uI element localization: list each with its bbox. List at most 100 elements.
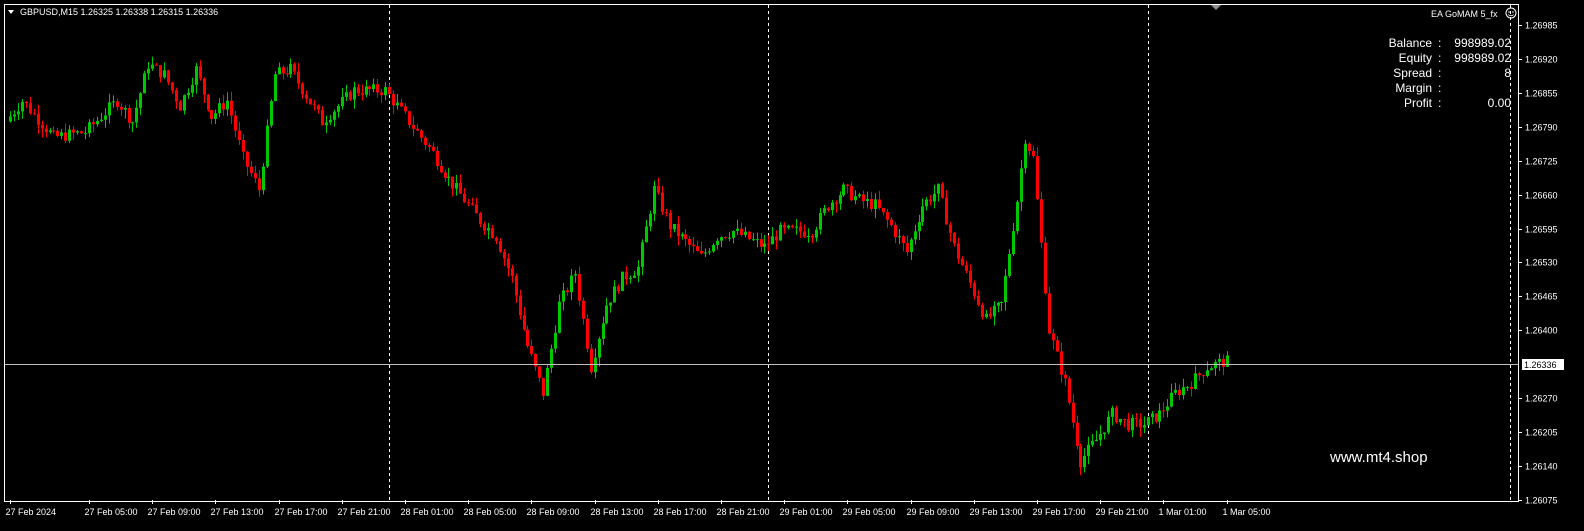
candle-down (953, 232, 956, 244)
candle-up (673, 224, 676, 230)
candle-up (985, 313, 988, 317)
price-tick-label: 1.26985 (1525, 21, 1558, 31)
candle-down (242, 140, 245, 152)
candle-down (416, 128, 419, 131)
candle-down (495, 237, 498, 242)
plot-frame (4, 4, 1519, 502)
candle-up (1166, 406, 1169, 411)
price-chart[interactable]: 1.26985 1.26920 1.26855 1.26790 1.26725 1.266… (0, 0, 1584, 531)
candle-down (688, 238, 691, 245)
candle-up (546, 367, 549, 396)
candle-down (661, 192, 664, 212)
time-tick-label: 29 Feb 09:00 (907, 507, 960, 517)
account-value: 998989.02 (1454, 51, 1511, 65)
price-tick-label: 1.26660 (1525, 191, 1558, 201)
candle-down (799, 226, 802, 232)
price-tick-label: 1.26140 (1525, 462, 1558, 472)
candle-up (337, 106, 340, 112)
candle-up (914, 231, 917, 240)
candle-up (554, 332, 557, 349)
account-separator: : (1438, 51, 1441, 65)
price-tick-label: 1.26270 (1525, 394, 1558, 404)
candle-down (507, 258, 510, 269)
candle-up (1226, 355, 1229, 367)
time-tick-label: 29 Feb 01:00 (780, 507, 833, 517)
time-tick-label: 27 Feb 17:00 (275, 507, 328, 517)
candle-down (1052, 333, 1055, 341)
candle-up (191, 84, 194, 93)
candle-up (1103, 432, 1106, 434)
candle-down (981, 304, 984, 317)
candle-down (700, 250, 703, 254)
candle-down (388, 87, 391, 95)
time-tick-label: 29 Feb 05:00 (843, 507, 896, 517)
candle-up (712, 244, 715, 252)
candle-down (1198, 373, 1201, 376)
candle-down (530, 346, 533, 355)
candle-up (1020, 168, 1023, 202)
time-tick-label: 28 Feb 05:00 (464, 507, 517, 517)
candle-up (487, 228, 490, 231)
candle-down (408, 111, 411, 125)
time-tick-label: 27 Feb 05:00 (85, 507, 138, 517)
candle-up (151, 64, 154, 69)
candle-up (226, 100, 229, 110)
account-value: 998989.02 (1454, 36, 1511, 50)
candle-down (657, 186, 660, 193)
candle-up (708, 251, 711, 253)
candle-down (519, 295, 522, 316)
candle-down (511, 268, 514, 276)
account-label: Profit (1404, 96, 1433, 110)
time-tick-label: 29 Feb 21:00 (1096, 507, 1149, 517)
candle-down (64, 132, 67, 141)
candle-down (578, 274, 581, 301)
candle-down (740, 228, 743, 236)
candle-down (1032, 150, 1035, 157)
candle-up (325, 122, 328, 126)
time-tick-label: 27 Feb 21:00 (338, 507, 391, 517)
candle-up (88, 122, 91, 134)
candle-down (906, 243, 909, 252)
candle-up (21, 101, 24, 112)
candle-up (183, 95, 186, 111)
candle-up (1107, 416, 1110, 433)
candle-down (483, 224, 486, 231)
candle-down (234, 115, 237, 131)
candle-down (803, 231, 806, 237)
candle-down (37, 113, 40, 125)
candle-down (349, 92, 352, 100)
candle-up (195, 66, 198, 85)
candle-down (941, 183, 944, 198)
candle-down (870, 199, 873, 210)
candle-up (1016, 201, 1019, 232)
candle-down (459, 182, 462, 194)
candle-up (1004, 275, 1007, 302)
time-tick-label: 28 Feb 13:00 (591, 507, 644, 517)
candle-up (1091, 441, 1094, 445)
candle-down (748, 231, 751, 240)
candle-up (609, 302, 612, 306)
shift-marker-icon[interactable] (1211, 5, 1221, 10)
candle-up (163, 70, 166, 78)
candle-up (823, 208, 826, 213)
candle-down (1162, 410, 1165, 412)
account-value: 8 (1504, 66, 1511, 80)
candle-down (463, 193, 466, 203)
candle-down (420, 130, 423, 138)
candle-up (763, 243, 766, 247)
candle-up (49, 130, 52, 133)
candle-up (266, 125, 269, 167)
candle-up (925, 199, 928, 207)
chart-menu-arrow-icon[interactable] (8, 10, 14, 14)
candle-up (131, 122, 134, 124)
time-tick-label: 28 Feb 17:00 (654, 507, 707, 517)
price-axis: 1.26985 1.26920 1.26855 1.26790 1.26725 1.266… (1518, 21, 1558, 506)
candle-down (669, 212, 672, 230)
candle-up (562, 290, 565, 302)
candle-down (471, 203, 474, 205)
candle-up (649, 213, 652, 227)
candle-down (436, 150, 439, 166)
candle-down (677, 224, 680, 237)
time-tick-label: 1 Mar 01:00 (1159, 507, 1207, 517)
price-tick-label: 1.26530 (1525, 258, 1558, 268)
